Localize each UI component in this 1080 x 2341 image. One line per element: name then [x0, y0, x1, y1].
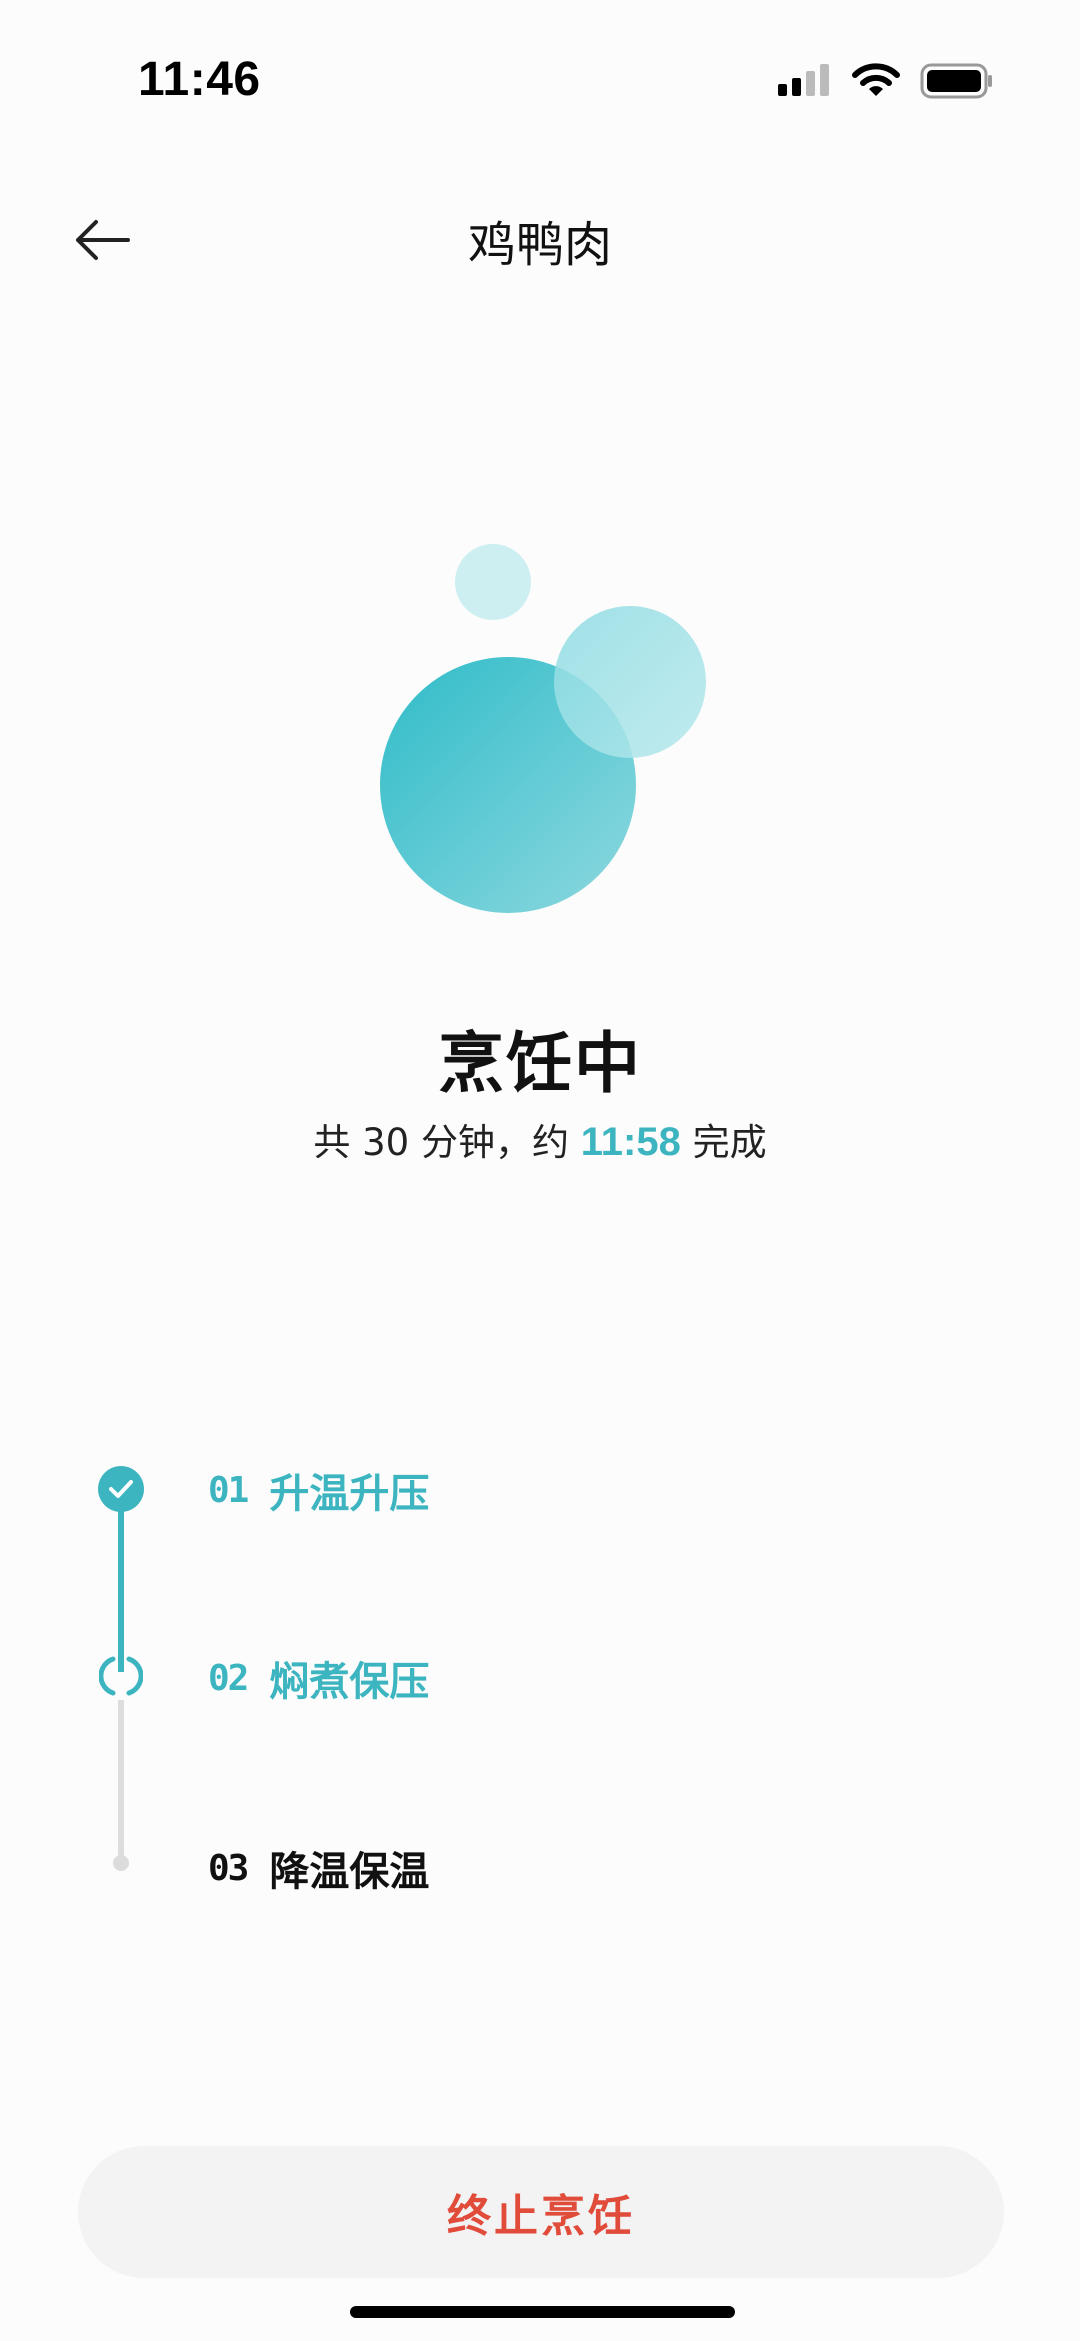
timeline-line-done: [118, 1492, 124, 1672]
back-button[interactable]: [62, 200, 142, 280]
step-row-2: 02 焖煮保压: [208, 1648, 429, 1708]
battery-icon: [920, 63, 992, 99]
wifi-icon: [852, 63, 900, 96]
cooking-status: 烹饪中: [438, 1025, 642, 1102]
step-row-1: 01 升温升压: [208, 1460, 429, 1520]
step-pending-marker: [113, 1855, 129, 1871]
stop-cooking-button[interactable]: 终止烹饪: [78, 2146, 1004, 2278]
arrow-left-icon: [76, 220, 130, 260]
summary-suffix: 完成: [680, 1121, 767, 1164]
page-title: 鸡鸭肉: [467, 217, 612, 273]
loading-spinner-icon: [99, 1656, 143, 1696]
home-indicator[interactable]: [350, 2306, 735, 2318]
eta-time: 11:58: [580, 1120, 681, 1164]
small-bubble: [455, 544, 531, 620]
stop-cooking-label: 终止烹饪: [447, 2191, 635, 2242]
step-row-3: 03 降温保温: [208, 1838, 429, 1898]
cellular-signal-icon: [778, 64, 829, 96]
medium-bubble: [554, 606, 706, 758]
step-active-marker: [99, 1654, 143, 1698]
timeline-line-pending: [118, 1700, 124, 1865]
step-number: 02: [208, 1657, 249, 1699]
check-icon: [109, 1480, 133, 1498]
step-number: 03: [208, 1847, 249, 1889]
status-icons: [776, 58, 994, 104]
cooking-summary: 共 30 分钟，约 11:58 完成: [0, 1112, 1080, 1166]
summary-prefix: 共 30 分钟，约: [313, 1121, 581, 1164]
step-done-marker: [98, 1466, 144, 1512]
step-label: 升温升压: [269, 1471, 430, 1517]
status-time: 11:46: [138, 53, 261, 106]
cooking-bubbles-illustration: [380, 544, 706, 913]
step-label: 焖煮保压: [269, 1659, 430, 1705]
step-number: 01: [208, 1469, 249, 1511]
step-label: 降温保温: [269, 1849, 430, 1895]
